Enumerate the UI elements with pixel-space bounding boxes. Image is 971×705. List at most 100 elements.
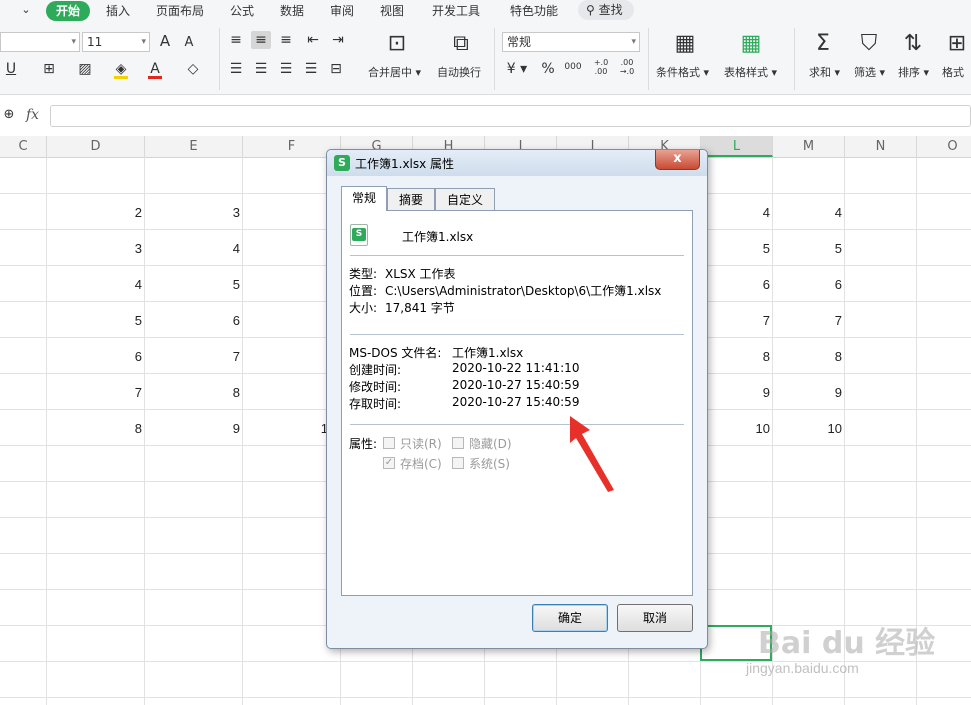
cell-m[interactable]: 7 [772, 312, 842, 330]
tab-formulas[interactable]: 公式 [230, 1, 254, 21]
tab-data[interactable]: 数据 [280, 1, 304, 21]
cell-d[interactable]: 5 [46, 312, 142, 330]
cell-e[interactable]: 6 [144, 312, 240, 330]
column-header-o[interactable]: O [917, 136, 971, 157]
filter-button[interactable]: 筛选 ▾ [854, 64, 885, 80]
format-button[interactable]: 格式 [942, 64, 964, 80]
sort-button[interactable]: 排序 ▾ [898, 64, 929, 80]
hidden-checkbox[interactable] [452, 437, 464, 449]
tab-special[interactable]: 特色功能 [510, 1, 558, 21]
cell-m[interactable]: 10 [772, 420, 842, 438]
tab-insert[interactable]: 插入 [106, 1, 130, 21]
font-grow-icon[interactable]: A [156, 32, 174, 50]
cell-d[interactable]: 4 [46, 276, 142, 294]
formula-input[interactable] [50, 105, 971, 127]
align-middle-icon[interactable]: ≡ [251, 31, 271, 49]
cell-d[interactable]: 7 [46, 384, 142, 402]
eraser-icon[interactable]: ◇ [184, 60, 202, 78]
column-header-l[interactable]: L [701, 136, 773, 157]
conditional-format-icon[interactable]: ▦ [672, 32, 698, 56]
chevron-down-icon[interactable]: ⌄ [20, 1, 32, 19]
cell-l[interactable]: 9 [700, 384, 770, 402]
close-button[interactable]: x [655, 150, 700, 170]
cell-d[interactable]: 6 [46, 348, 142, 366]
align-bottom-icon[interactable]: ≡ [278, 31, 294, 49]
sum-button[interactable]: 求和 ▾ [809, 64, 840, 80]
cell-m[interactable]: 5 [772, 240, 842, 258]
format-icon[interactable]: ⊞ [944, 32, 970, 56]
cell-e[interactable]: 4 [144, 240, 240, 258]
cell-l[interactable]: 6 [700, 276, 770, 294]
ok-button[interactable]: 确定 [532, 604, 608, 632]
fx-icon[interactable]: fx [26, 107, 39, 123]
column-header-c[interactable]: C [0, 136, 47, 157]
conditional-format-button[interactable]: 条件格式 ▾ [656, 64, 709, 80]
filter-icon[interactable]: ⛉ [856, 32, 882, 56]
align-center-icon[interactable]: ☰ [253, 60, 269, 78]
thousands-separator-icon[interactable]: 000 [562, 58, 584, 76]
zoom-icon[interactable]: ⊕ [2, 106, 16, 124]
tab-summary[interactable]: 摘要 [387, 188, 435, 210]
sort-icon[interactable]: ⇅ [900, 32, 926, 56]
decimal-increase-icon[interactable]: +.0 .00 [590, 58, 612, 76]
cell-m[interactable]: 8 [772, 348, 842, 366]
align-top-icon[interactable]: ≡ [228, 31, 244, 49]
search-button[interactable]: ⚲ 查找 [578, 0, 634, 20]
cell-l[interactable]: 4 [700, 204, 770, 222]
table-style-icon[interactable]: ▦ [738, 32, 764, 56]
align-right-icon[interactable]: ☰ [278, 60, 294, 78]
dialog-titlebar[interactable]: S 工作簿1.xlsx 属性 x [327, 150, 707, 176]
font-name-select[interactable]: ▾ [0, 32, 80, 52]
archive-checkbox[interactable]: ✓ [383, 457, 395, 469]
readonly-checkbox[interactable] [383, 437, 395, 449]
indent-increase-icon[interactable]: ⇥ [330, 31, 346, 49]
font-size-select[interactable]: 11 ▾ [82, 32, 150, 52]
column-header-n[interactable]: N [845, 136, 917, 157]
column-header-m[interactable]: M [773, 136, 845, 157]
cell-d[interactable]: 2 [46, 204, 142, 222]
cell-l[interactable]: 10 [700, 420, 770, 438]
indent-decrease-icon[interactable]: ⇤ [305, 31, 321, 49]
sum-icon[interactable]: Σ [810, 32, 836, 56]
decimal-decrease-icon[interactable]: .00 →.0 [616, 58, 638, 76]
cell-e[interactable]: 5 [144, 276, 240, 294]
cell-l[interactable]: 5 [700, 240, 770, 258]
percent-icon[interactable]: % [540, 60, 556, 78]
cell-m[interactable]: 9 [772, 384, 842, 402]
cell-m[interactable]: 4 [772, 204, 842, 222]
wrap-text-icon[interactable]: ⧉ [448, 32, 474, 56]
cell-e[interactable]: 8 [144, 384, 240, 402]
tab-developer[interactable]: 开发工具 [432, 1, 480, 21]
cell-f[interactable]: 1 [242, 420, 328, 438]
distribute-icon[interactable]: ⊟ [328, 60, 344, 78]
tab-review[interactable]: 审阅 [330, 1, 354, 21]
fill-color-icon[interactable]: ◈ [112, 60, 130, 79]
merge-center-icon[interactable]: ⊡ [384, 32, 410, 56]
number-format-select[interactable]: 常规 ▾ [502, 32, 640, 52]
table-style-button[interactable]: 表格样式 ▾ [724, 64, 777, 80]
font-shrink-icon[interactable]: A [180, 34, 198, 52]
tab-general[interactable]: 常规 [341, 186, 387, 211]
cell-l[interactable]: 7 [700, 312, 770, 330]
column-header-e[interactable]: E [145, 136, 243, 157]
cancel-button[interactable]: 取消 [617, 604, 693, 632]
align-left-icon[interactable]: ☰ [228, 60, 244, 78]
font-color-icon[interactable]: A [146, 60, 164, 79]
cell-d[interactable]: 8 [46, 420, 142, 438]
cell-m[interactable]: 6 [772, 276, 842, 294]
currency-icon[interactable]: ¥ ▾ [506, 60, 528, 78]
cell-l[interactable]: 8 [700, 348, 770, 366]
merge-center-button[interactable]: 合并居中 ▾ [368, 64, 421, 80]
column-header-d[interactable]: D [47, 136, 145, 157]
cell-e[interactable]: 7 [144, 348, 240, 366]
tab-view[interactable]: 视图 [380, 1, 404, 21]
tab-custom[interactable]: 自定义 [435, 188, 495, 210]
cell-e[interactable]: 9 [144, 420, 240, 438]
cell-d[interactable]: 3 [46, 240, 142, 258]
underline-icon[interactable]: U [4, 60, 18, 78]
system-checkbox[interactable] [452, 457, 464, 469]
fill-pattern-icon[interactable]: ▨ [76, 60, 94, 78]
wrap-text-button[interactable]: 自动换行 [437, 64, 481, 80]
justify-icon[interactable]: ☰ [303, 60, 319, 78]
border-icon[interactable]: ⊞ [40, 60, 58, 78]
